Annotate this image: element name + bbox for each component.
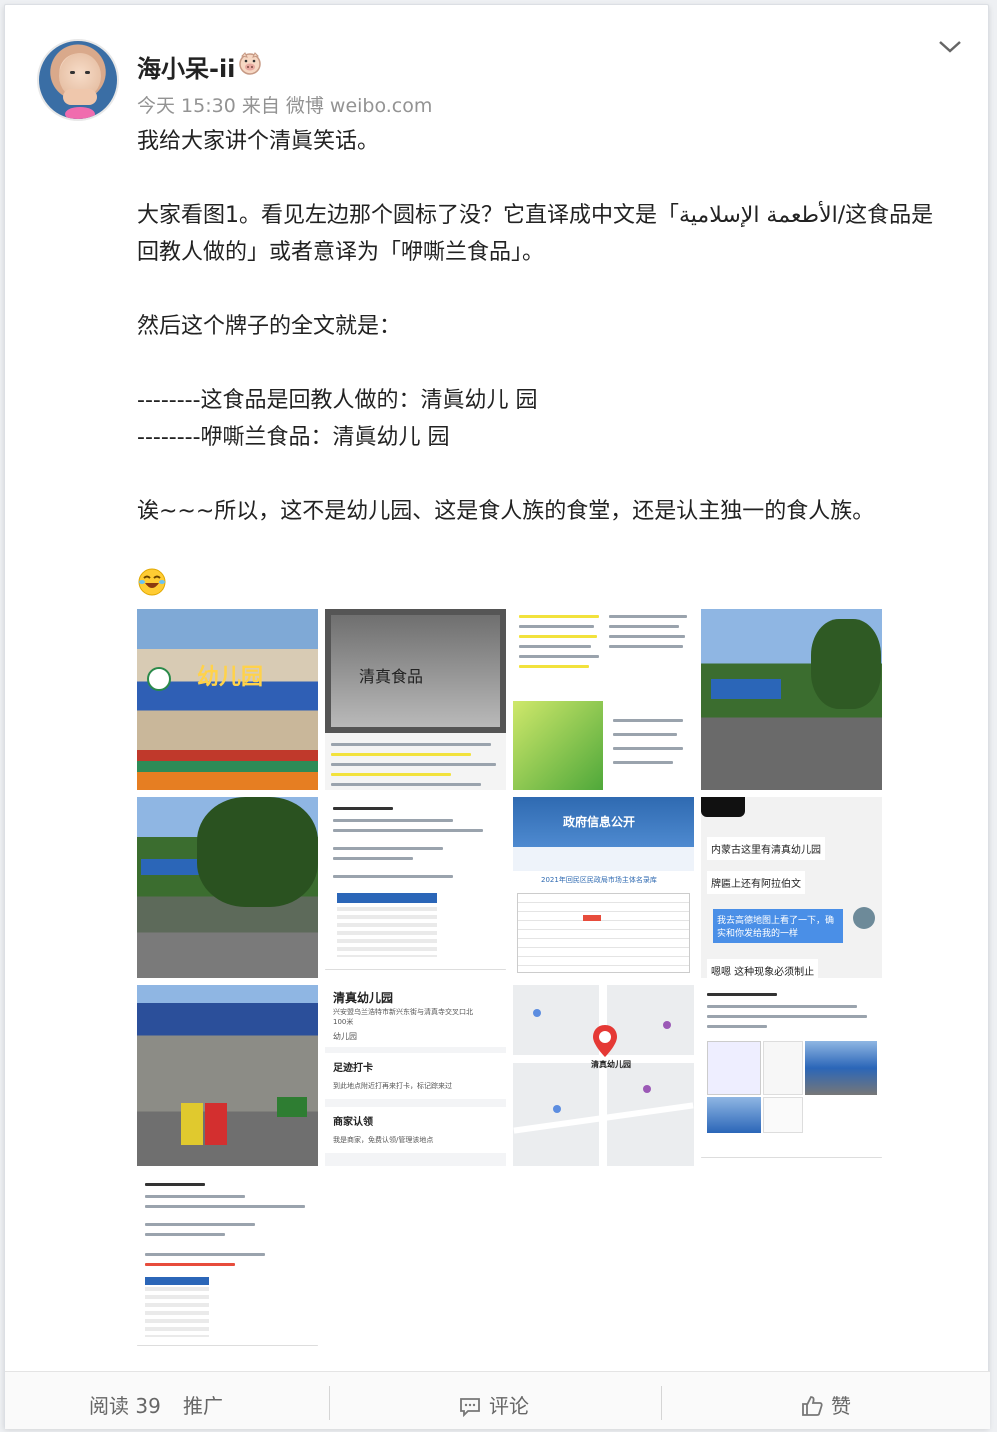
gov-header: 政府信息公开: [513, 797, 694, 847]
avatar-hands: [63, 89, 97, 105]
street-sign: [711, 679, 781, 699]
post-line: 诶~~~所以，这不是幼儿园、这是食人族的食堂，还是认主独一的食人族。: [137, 499, 875, 524]
screenshot-map[interactable]: 清真幼儿园: [513, 985, 694, 1166]
post-text: 我给大家讲个清眞笑话。 大家看图1。看见左边那个圆标了没？它直译成中文是「الأ…: [137, 123, 957, 530]
weibo-post-card: 海小呆-ii 今天 15:30 来自 微博 weibo.com 我给大家讲个清眞…: [4, 4, 990, 1429]
map-road: [599, 985, 607, 1166]
chat-msg-2: 牌匾上还有阿拉伯文: [707, 871, 805, 894]
like-button[interactable]: 赞: [801, 1390, 851, 1419]
screenshot-gov-info[interactable]: 政府信息公开 2021年回民区民政局市场主体名录库: [513, 797, 694, 978]
divider: [661, 1386, 662, 1420]
screenshot-chat[interactable]: 内蒙古这里有清真幼儿园 牌匾上还有阿拉伯文 我去高德地图上看了一下，确实和你发给…: [701, 797, 882, 978]
chat-msg-3: 我去高德地图上看了一下，确实和你发给我的一样: [713, 909, 843, 943]
map-poi: [553, 1105, 561, 1113]
barrier-red: [205, 1103, 227, 1145]
photo-kindergarten-street[interactable]: [701, 609, 882, 790]
read-count: 阅读 39: [89, 1394, 161, 1418]
merchant-desc: 我是商家，免费认领/管理该地点: [333, 1136, 434, 1144]
post-line: 我给大家讲个清眞笑话。: [137, 129, 380, 154]
tree: [197, 797, 318, 907]
post-line: 大家看图1。看见左边那个圆标了没？它直译成中文是「الأطعمة الإسلام…: [137, 203, 934, 228]
embedded-card: [763, 1041, 803, 1095]
round-logo: [147, 667, 171, 691]
screenshot-weibo-post-2[interactable]: [701, 985, 882, 1166]
table-rows: [337, 907, 437, 957]
divider: [329, 1386, 330, 1420]
checkin-desc: 到此地点附近打再来打卡，标记踪来过: [333, 1082, 452, 1090]
user-avatar[interactable]: [37, 39, 119, 121]
halal-plaque: 清真食品: [325, 609, 506, 733]
map-poi: [533, 1009, 541, 1017]
gov-table: [517, 893, 690, 973]
map-pin-label: 清真幼儿园: [591, 1060, 631, 1069]
chevron-down-icon[interactable]: [937, 37, 963, 57]
gov-info-bar: [513, 847, 694, 871]
tree: [811, 619, 881, 709]
photo-kindergarten-front[interactable]: 幼儿园: [137, 609, 318, 790]
map-card-title: 清真幼儿园: [333, 991, 394, 1005]
table-header-bar: [337, 893, 437, 903]
screenshot-map-card[interactable]: 清真幼儿园 兴安盟乌兰浩特市新兴东街与清真寺交叉口北100米 幼儿园 足迹打卡 …: [325, 985, 506, 1166]
map-card-addr: 兴安盟乌兰浩特市新兴东街与清真寺交叉口北100米: [333, 1008, 473, 1026]
plaque-text: 清真食品: [359, 667, 424, 686]
post-line: [137, 345, 957, 382]
barrier-yellow: [181, 1103, 203, 1145]
embedded-card: [763, 1097, 803, 1133]
username[interactable]: 海小呆-ii: [137, 49, 235, 84]
photo-kindergarten-street-2[interactable]: [137, 797, 318, 978]
post-line: [137, 456, 957, 493]
post-line: --------这食品是回教人做的：清眞幼儿 园: [137, 388, 538, 413]
comment-button[interactable]: 评论: [459, 1390, 529, 1419]
gov-title: 政府信息公开: [563, 815, 636, 829]
map-poi: [643, 1085, 651, 1093]
merchant-title: 商家认领: [333, 1117, 373, 1128]
table-rows: [145, 1287, 209, 1337]
sign-text: 幼儿园: [197, 665, 264, 690]
post-line: [137, 271, 957, 308]
laughing-tears-emoji-icon: [138, 568, 166, 596]
screenshot-weibo-post-3[interactable]: [137, 1173, 318, 1354]
photo-halal-label-doc[interactable]: 清真食品: [325, 609, 506, 790]
like-label: 赞: [831, 1394, 851, 1418]
highlight-cell: [583, 915, 601, 921]
map-poi: [663, 1021, 671, 1029]
comment-icon: [460, 1398, 480, 1418]
post-line: 回教人做的」或者意译为「咿嘶兰食品」。: [137, 240, 545, 265]
avatar-eye-right: [85, 71, 90, 74]
promote-button[interactable]: 推广: [183, 1390, 223, 1419]
post-line: [137, 160, 957, 197]
thumbs-up-icon: [802, 1396, 823, 1416]
screenshot-weibo-post[interactable]: [325, 797, 506, 978]
gov-subtitle: 2021年回民区民政局市场主体名录库: [541, 876, 657, 884]
avatar-eye-left: [70, 71, 75, 74]
comment-label: 评论: [489, 1394, 529, 1418]
table-header-bar: [145, 1277, 209, 1285]
photo-document-scan[interactable]: [513, 609, 694, 790]
map-card-type: 幼儿园: [333, 1032, 357, 1041]
photo-kindergarten-entrance[interactable]: [137, 985, 318, 1166]
embedded-photo: [707, 1097, 761, 1133]
avatar-bib: [65, 107, 95, 119]
chat-msg-1: 内蒙古这里有清真幼儿园: [707, 837, 825, 860]
chat-msg-4: 嗯嗯 这种现象必须制止: [707, 959, 819, 978]
embedded-photo: [805, 1041, 877, 1095]
embedded-map: [707, 1041, 761, 1095]
map-pin-icon: [593, 1025, 617, 1057]
barrier-green: [277, 1097, 307, 1117]
post-footer: 阅读 39 推广 评论 赞: [5, 1371, 990, 1429]
post-meta: 今天 15:30 来自 微博 weibo.com: [137, 95, 433, 117]
checkin-title: 足迹打卡: [333, 1063, 373, 1074]
post-line: --------咿嘶兰食品：清眞幼儿 园: [137, 425, 450, 450]
pig-badge-icon: [239, 52, 261, 75]
chat-avatar: [853, 907, 875, 929]
book-cover: [513, 701, 603, 790]
redacted-box: [701, 797, 745, 817]
post-line: 然后这个牌子的全文就是：: [137, 314, 402, 339]
